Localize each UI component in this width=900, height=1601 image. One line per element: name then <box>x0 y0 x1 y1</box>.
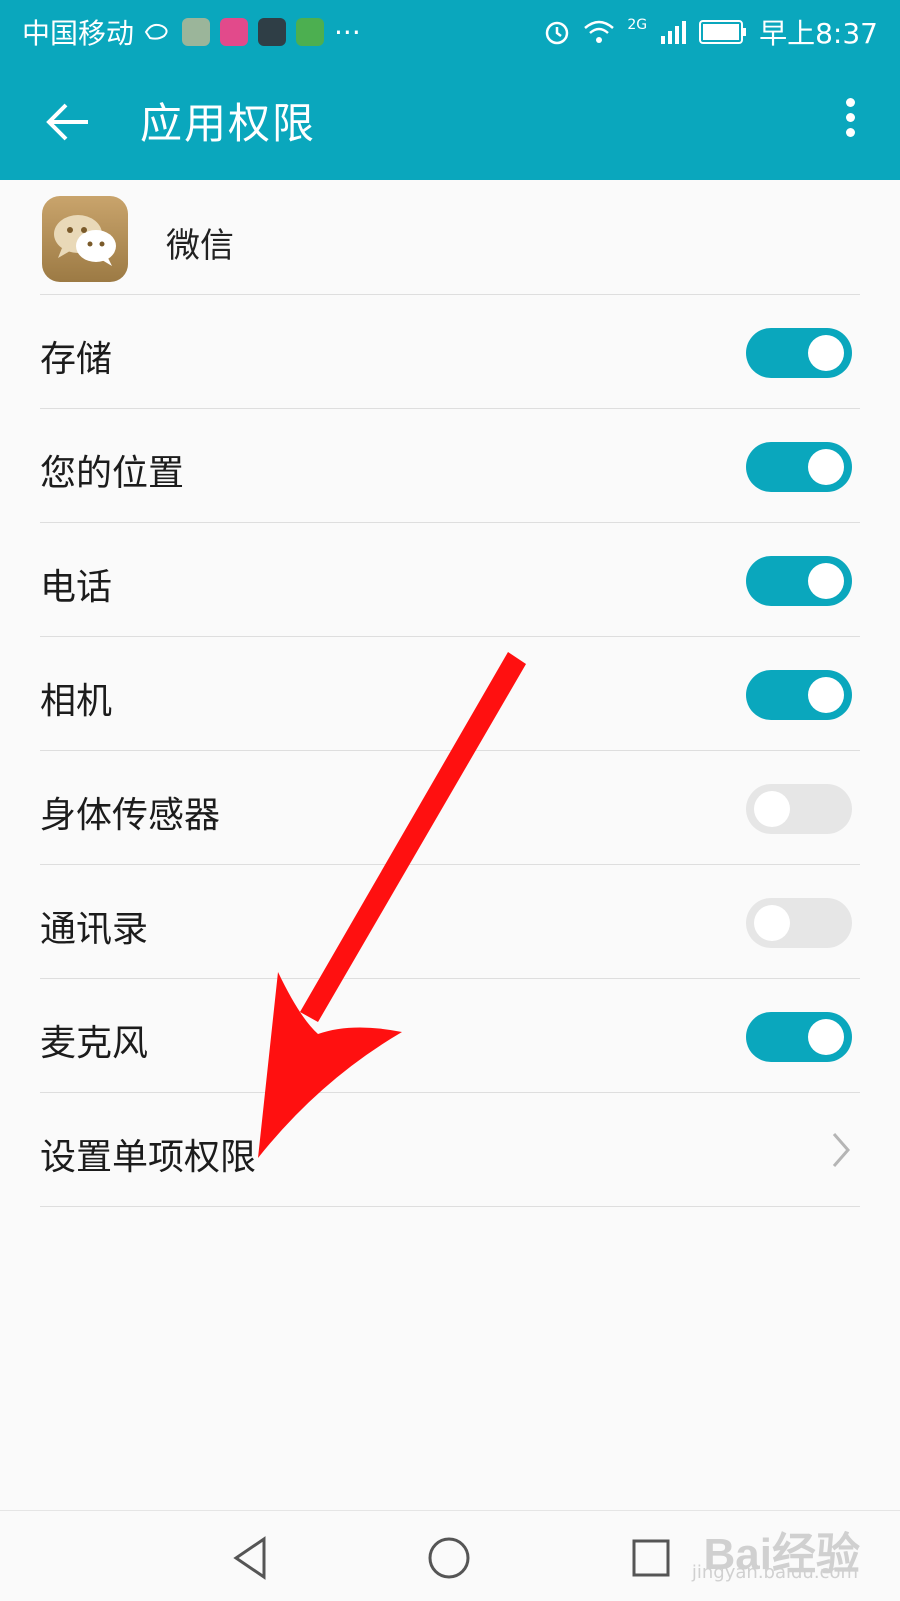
wechat-app-icon <box>42 196 128 282</box>
contacts-toggle[interactable] <box>746 898 852 948</box>
permission-row-storage[interactable]: 存储 <box>0 294 900 410</box>
signal-icon <box>661 21 687 44</box>
permission-label: 您的位置 <box>40 453 185 494</box>
app-header-row: 微信 <box>0 180 900 300</box>
permission-label: 麦克风 <box>40 1023 149 1064</box>
alarm-icon <box>546 21 569 45</box>
wechat-notify-icon <box>144 23 168 40</box>
permission-row-body-sensors[interactable]: 身体传感器 <box>0 750 900 866</box>
app-name: 微信 <box>166 226 234 266</box>
individual-permission-row[interactable]: 设置单项权限 <box>0 1092 900 1208</box>
wifi-icon <box>584 20 615 43</box>
divider <box>40 1206 860 1207</box>
watermark-url: jingyan.baidu.com <box>691 1562 858 1583</box>
more-vertical-icon[interactable] <box>840 92 860 152</box>
app-bar: 应用权限 <box>0 62 900 180</box>
storage-toggle[interactable] <box>746 328 852 378</box>
permission-label: 存储 <box>40 339 113 380</box>
back-triangle-icon[interactable] <box>226 1533 276 1583</box>
overflow-indicator: ··· <box>334 15 361 49</box>
permission-row-camera[interactable]: 相机 <box>0 636 900 752</box>
permission-row-contacts[interactable]: 通讯录 <box>0 864 900 980</box>
battery-icon <box>699 20 747 44</box>
camera-toggle[interactable] <box>746 670 852 720</box>
home-circle-icon[interactable] <box>424 1533 474 1583</box>
back-arrow-icon[interactable] <box>42 96 94 148</box>
permission-row-microphone[interactable]: 麦克风 <box>0 978 900 1094</box>
phone-toggle[interactable] <box>746 556 852 606</box>
network-type-label: 2G <box>627 17 648 33</box>
location-toggle[interactable] <box>746 442 852 492</box>
permission-row-phone[interactable]: 电话 <box>0 522 900 638</box>
carrier-label: 中国移动 <box>22 17 135 50</box>
permission-label: 身体传感器 <box>40 795 221 836</box>
permission-row-location[interactable]: 您的位置 <box>0 408 900 524</box>
microphone-toggle[interactable] <box>746 1012 852 1062</box>
time-label: 早上8:37 <box>759 17 878 50</box>
qutoutiao-icon <box>296 18 325 46</box>
body-sensors-toggle[interactable] <box>746 784 852 834</box>
chevron-right-icon <box>832 1133 850 1167</box>
page-title: 应用权限 <box>140 99 317 148</box>
browser-icon <box>258 18 287 46</box>
status-bar: 中国移动 ··· 2G 早上8:37 <box>0 0 900 62</box>
permission-label: 电话 <box>40 567 113 608</box>
app-notify-icon <box>182 18 211 46</box>
permission-label: 通讯录 <box>40 909 149 950</box>
music-icon <box>220 18 249 46</box>
permission-label: 相机 <box>40 681 113 722</box>
individual-permission-label: 设置单项权限 <box>40 1137 257 1178</box>
recents-square-icon[interactable] <box>626 1533 676 1583</box>
